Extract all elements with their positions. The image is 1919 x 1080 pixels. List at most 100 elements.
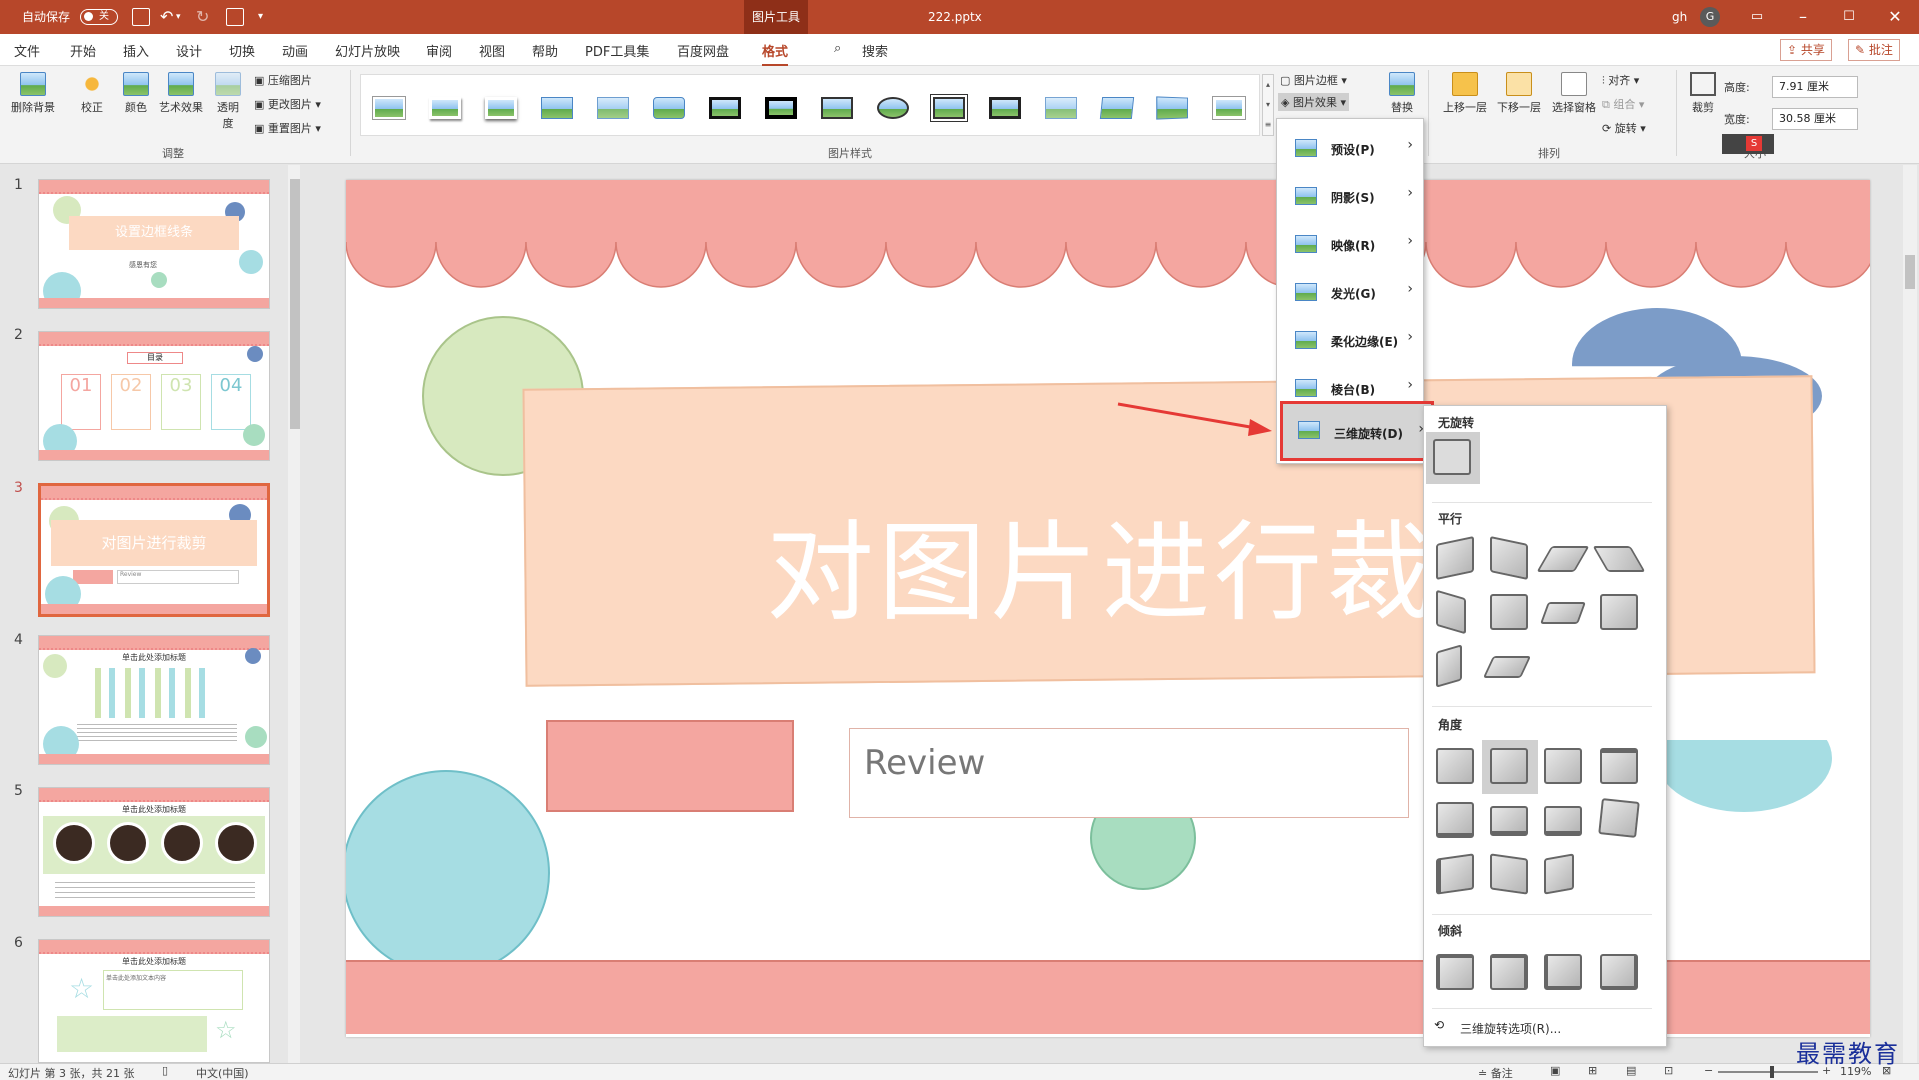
tab-transitions[interactable]: 切换 [229, 41, 255, 60]
slide-subtitle[interactable]: Review [864, 743, 985, 783]
rotation-option-perspective[interactable] [1436, 853, 1474, 895]
style-thumb[interactable] [1041, 91, 1081, 125]
tab-help[interactable]: 帮助 [532, 41, 558, 60]
ime-toolbar[interactable]: S [1722, 134, 1774, 154]
present-icon[interactable] [226, 8, 244, 26]
style-thumb[interactable] [369, 91, 409, 125]
search-box[interactable]: 搜索 [862, 41, 888, 60]
slide-thumbnail-4[interactable]: 单击此处添加标题 [38, 635, 270, 765]
slide-thumbnail-2[interactable]: 目录 01 02 03 04 [38, 331, 270, 461]
redo-icon[interactable]: ↻ [196, 0, 209, 34]
notes-button[interactable]: ≐ 备注 [1478, 1065, 1513, 1080]
tab-animations[interactable]: 动画 [282, 41, 308, 60]
search-icon[interactable]: ⌕ [834, 41, 841, 56]
style-thumb[interactable] [649, 91, 689, 125]
zoom-slider-thumb[interactable] [1770, 1066, 1774, 1078]
rotation-option-perspective[interactable] [1490, 806, 1528, 836]
ime-s-icon[interactable]: S [1746, 136, 1762, 151]
style-thumb[interactable] [1097, 91, 1137, 125]
rotation-option-parallel[interactable] [1482, 656, 1532, 678]
blue-arc-shape[interactable] [1656, 740, 1832, 812]
language-indicator[interactable]: 中文(中国) [196, 1065, 249, 1080]
rotation-option-perspective[interactable] [1544, 748, 1582, 784]
menu-item-preset[interactable]: 预设(P) › [1277, 125, 1423, 171]
rotation-option-perspective[interactable] [1490, 748, 1528, 784]
rotation-option-parallel[interactable] [1490, 535, 1528, 581]
menu-item-reflection[interactable]: 映像(R) › [1277, 221, 1423, 267]
zoom-out-icon[interactable]: − [1704, 1064, 1713, 1077]
bring-forward-button[interactable]: 上移一层 [1440, 72, 1490, 115]
group-button[interactable]: ⧉ 组合 ▾ [1602, 96, 1644, 112]
gallery-scroll[interactable]: ▴ ▾ ≡ [1262, 74, 1274, 136]
rotation-option-parallel[interactable] [1436, 589, 1466, 635]
menu-item-glow[interactable]: 发光(G) › [1277, 269, 1423, 315]
slideshow-icon[interactable]: ⊡ [1664, 1064, 1673, 1077]
tab-insert[interactable]: 插入 [123, 41, 149, 60]
remove-background-button[interactable]: 删除背景 [8, 72, 58, 115]
scrollbar-thumb[interactable] [290, 179, 300, 429]
style-thumb[interactable] [817, 91, 857, 125]
style-thumb[interactable] [929, 91, 969, 125]
rotation-option-none[interactable] [1433, 439, 1471, 475]
transparency-button[interactable]: 透明度 [212, 72, 244, 131]
minimize-icon[interactable]: – [1780, 0, 1826, 34]
tab-home[interactable]: 开始 [70, 41, 96, 60]
picture-border-button[interactable]: ▢ 图片边框 ▾ [1280, 72, 1347, 88]
tab-view[interactable]: 视图 [479, 41, 505, 60]
style-thumb[interactable] [1209, 91, 1249, 125]
blue-circle-shape[interactable] [346, 770, 550, 976]
style-thumb[interactable] [537, 91, 577, 125]
normal-view-icon[interactable]: ▣ [1550, 1064, 1560, 1077]
artistic-effects-button[interactable]: 艺术效果 [156, 72, 206, 115]
crop-button[interactable]: 裁剪 [1686, 72, 1720, 115]
menu-item-shadow[interactable]: 阴影(S) › [1277, 173, 1423, 219]
scrollbar-thumb[interactable] [1905, 255, 1915, 289]
slide-thumbnail-3[interactable]: 对图片进行裁剪 Review [38, 483, 270, 617]
change-picture-button[interactable]: ▣ 更改图片 ▾ [254, 96, 321, 112]
corrections-button[interactable]: 校正 [72, 72, 112, 115]
style-thumb[interactable] [873, 91, 913, 125]
compress-pictures-button[interactable]: ▣ 压缩图片 [254, 72, 312, 88]
3d-rotation-options-link[interactable]: 三维旋转选项(R)... [1460, 1020, 1561, 1037]
slide-thumbnail-1[interactable]: 设置边框线条 感恩有您 [38, 179, 270, 309]
height-input[interactable]: 7.91 厘米 [1772, 76, 1858, 98]
zoom-slider[interactable] [1718, 1066, 1818, 1078]
rotation-option-perspective[interactable] [1544, 853, 1574, 895]
close-icon[interactable]: ✕ [1872, 0, 1918, 34]
tab-design[interactable]: 设计 [176, 41, 202, 60]
autosave-toggle[interactable]: 关 [80, 9, 118, 25]
style-thumb[interactable] [593, 91, 633, 125]
rotation-option-parallel[interactable] [1436, 644, 1462, 688]
avatar[interactable]: G [1700, 7, 1720, 27]
style-thumb[interactable] [705, 91, 745, 125]
ribbon-display-options-icon[interactable]: ▭ [1734, 0, 1780, 34]
tab-format[interactable]: 格式 [762, 41, 789, 67]
save-icon[interactable] [132, 8, 150, 26]
customize-quick-access-icon[interactable]: ▾ [258, 0, 263, 34]
slide-thumbnail-6[interactable]: 单击此处添加标题 单击此处添加文本内容 ☆ ☆ [38, 939, 270, 1063]
share-button[interactable]: ⇪ 共享 [1780, 39, 1832, 61]
pink-rectangle-shape[interactable] [546, 720, 794, 812]
rotation-option-parallel[interactable] [1490, 594, 1528, 630]
editor-scrollbar[interactable] [1903, 165, 1917, 1063]
tab-slideshow[interactable]: 幻灯片放映 [335, 41, 400, 60]
rotation-option-perspective[interactable] [1600, 748, 1638, 784]
rotation-option-perspective[interactable] [1544, 806, 1582, 836]
tab-baidu-netdisk[interactable]: 百度网盘 [677, 41, 729, 60]
style-thumb[interactable] [1153, 91, 1193, 125]
menu-item-soft-edges[interactable]: 柔化边缘(E) › [1277, 317, 1423, 363]
reading-view-icon[interactable]: ▤ [1626, 1064, 1636, 1077]
style-thumb[interactable] [985, 91, 1025, 125]
review-box[interactable]: Review [849, 728, 1409, 818]
style-thumb[interactable] [425, 91, 465, 125]
rotation-option-perspective[interactable] [1490, 853, 1528, 895]
rotation-option-parallel[interactable] [1539, 602, 1587, 624]
rotation-option-perspective[interactable] [1598, 798, 1640, 838]
rotation-option-parallel[interactable] [1592, 546, 1646, 572]
rotation-option-parallel[interactable] [1536, 546, 1590, 572]
undo-dropdown-icon[interactable]: ▾ [176, 0, 181, 34]
style-thumb[interactable] [761, 91, 801, 125]
replace-button[interactable]: 替换 [1384, 72, 1420, 115]
rotation-option-perspective[interactable] [1436, 748, 1474, 784]
reset-picture-button[interactable]: ▣ 重置图片 ▾ [254, 120, 321, 136]
